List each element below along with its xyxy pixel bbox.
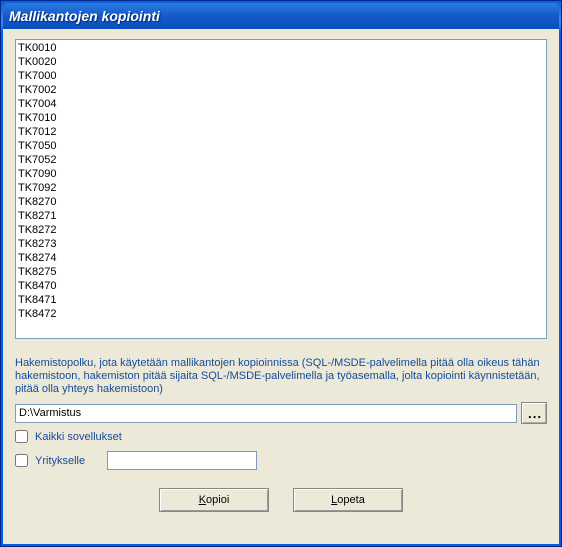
list-item[interactable]: TK0010 (18, 41, 544, 55)
list-item[interactable]: TK8470 (18, 279, 544, 293)
for-company-label: Yritykselle (35, 455, 85, 467)
list-item[interactable]: TK7050 (18, 139, 544, 153)
list-item[interactable]: TK7000 (18, 69, 544, 83)
list-item[interactable]: TK7092 (18, 181, 544, 195)
for-company-checkbox[interactable] (15, 454, 28, 467)
list-item[interactable]: TK8471 (18, 293, 544, 307)
path-row: ... (15, 402, 547, 424)
list-item[interactable]: TK7004 (18, 97, 544, 111)
list-item[interactable]: TK8270 (18, 195, 544, 209)
dialog-window: Mallikantojen kopiointi TK0010TK0020TK70… (0, 0, 562, 547)
quit-button[interactable]: Lopeta (293, 488, 403, 512)
browse-button[interactable]: ... (521, 402, 547, 424)
list-item[interactable]: TK7010 (18, 111, 544, 125)
list-item[interactable]: TK7052 (18, 153, 544, 167)
for-company-row: Yritykselle (15, 451, 547, 470)
window-title: Mallikantojen kopiointi (9, 8, 160, 24)
list-item[interactable]: TK8274 (18, 251, 544, 265)
path-input[interactable] (15, 404, 517, 423)
list-item[interactable]: TK8275 (18, 265, 544, 279)
all-apps-checkbox[interactable] (15, 430, 28, 443)
all-apps-row: Kaikki sovellukset (15, 430, 547, 443)
copy-button[interactable]: Kopioi (159, 488, 269, 512)
company-input[interactable] (107, 451, 257, 470)
copy-button-text: opioi (206, 494, 229, 506)
list-item[interactable]: TK8472 (18, 307, 544, 321)
path-description: Hakemistopolku, jota käytetään mallikant… (15, 357, 547, 396)
database-listbox[interactable]: TK0010TK0020TK7000TK7002TK7004TK7010TK70… (15, 39, 547, 339)
all-apps-label: Kaikki sovellukset (35, 431, 122, 443)
copy-button-accel: K (199, 494, 206, 506)
quit-button-text: opeta (337, 494, 365, 506)
list-item[interactable]: TK8272 (18, 223, 544, 237)
list-item[interactable]: TK7012 (18, 125, 544, 139)
list-item[interactable]: TK0020 (18, 55, 544, 69)
client-area: TK0010TK0020TK7000TK7002TK7004TK7010TK70… (3, 29, 559, 544)
titlebar: Mallikantojen kopiointi (3, 3, 559, 29)
button-row: Kopioi Lopeta (15, 488, 547, 512)
list-item[interactable]: TK8273 (18, 237, 544, 251)
list-item[interactable]: TK7090 (18, 167, 544, 181)
list-item[interactable]: TK8271 (18, 209, 544, 223)
list-item[interactable]: TK7002 (18, 83, 544, 97)
